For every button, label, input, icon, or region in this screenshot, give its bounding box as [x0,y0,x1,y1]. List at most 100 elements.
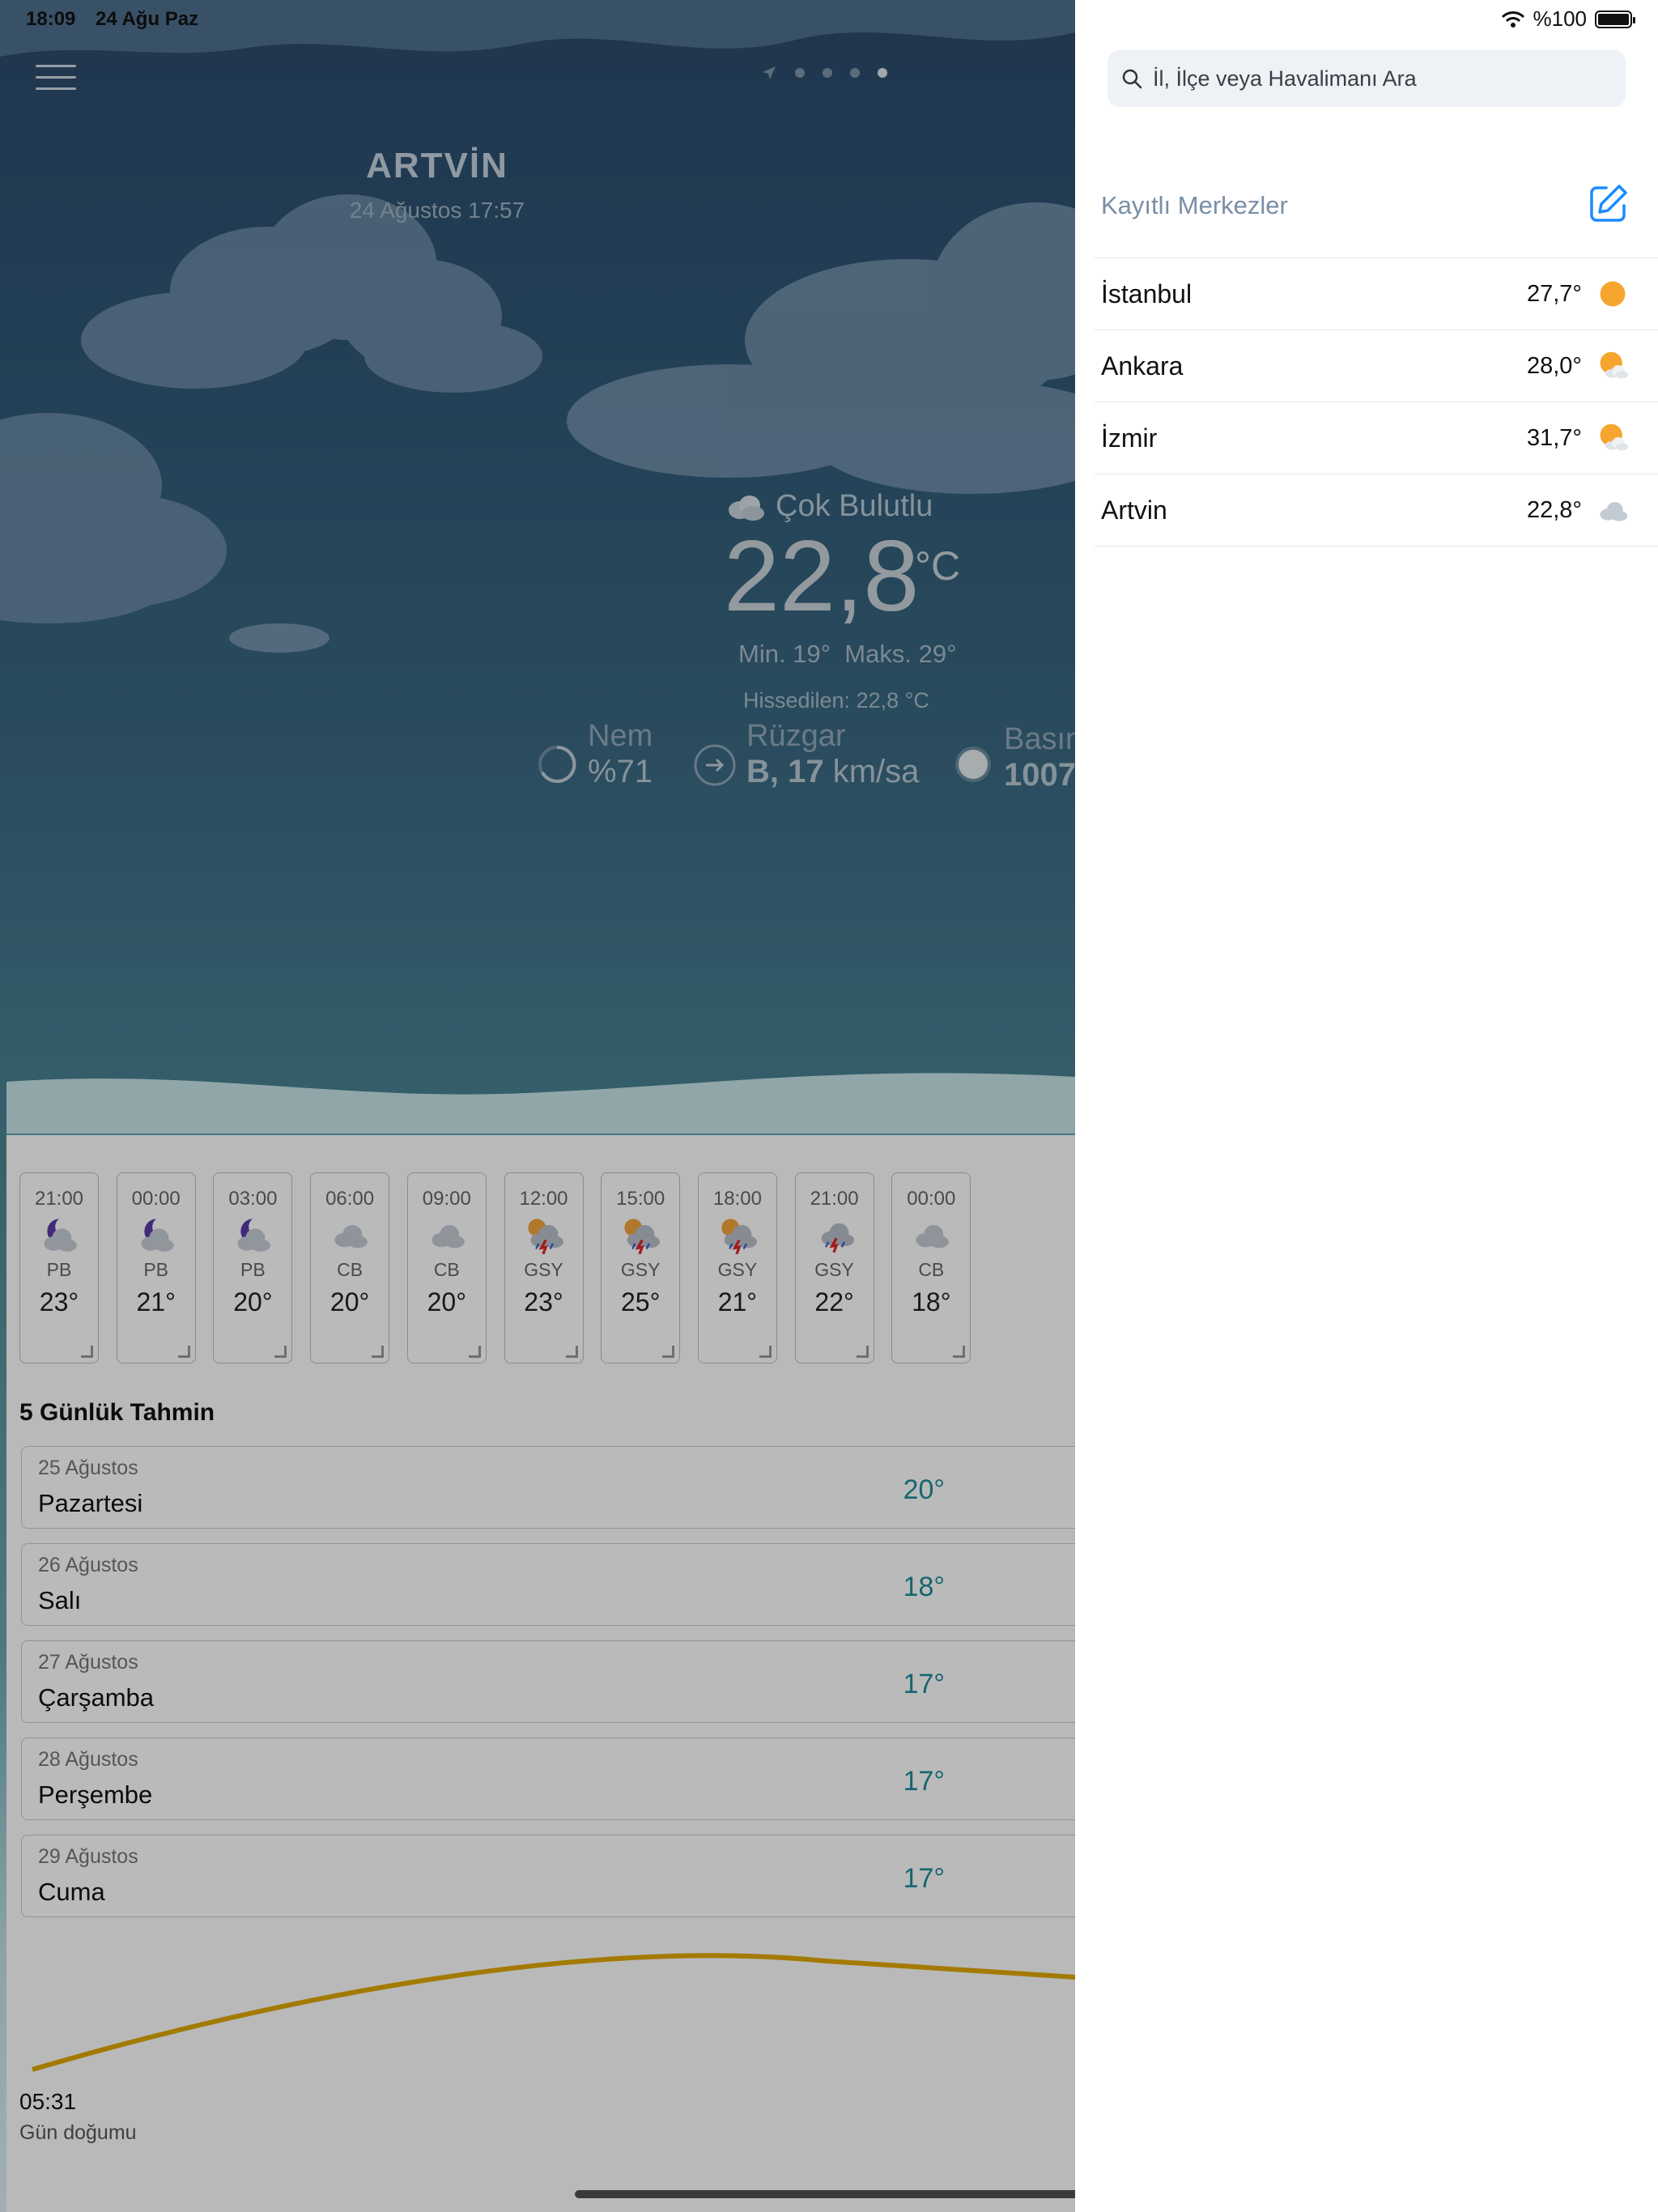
moon-cloud-icon [237,1219,271,1252]
observation-datetime: 24 Ağustos 17:57 [349,198,525,223]
min-max: Min. 19° Maks. 29° [738,640,956,669]
hourly-card[interactable]: 00:00 PB 21° [116,1172,196,1363]
forecast-date: 27 Ağustos [38,1651,138,1674]
saved-city-row[interactable]: İzmir 31,7° [1095,402,1658,474]
forecast-day: Pazartesi [38,1489,143,1517]
saved-city-temp: 22,8° [1526,497,1582,523]
humidity-label: Nem [588,719,653,753]
forecast-row[interactable]: 26 Ağustos Salı 18° [21,1543,1075,1626]
condition-text: Çok Bulutlu [776,489,933,523]
hourly-card[interactable]: 21:00 GSY 22° [794,1172,874,1363]
forecast-temp: 17° [903,1766,945,1797]
sun-cloud-icon [1600,423,1629,451]
saved-city-row[interactable]: Artvin 22,8° [1095,474,1658,547]
menu-button[interactable] [36,65,76,92]
hour-condition-code: CB [918,1259,945,1280]
hourly-card[interactable]: 15:00 GSY 25° [601,1172,681,1363]
hour-temperature: 22° [814,1287,854,1317]
page-dot-active[interactable] [878,68,887,78]
forecast-title: 5 Günlük Tahmin [19,1399,215,1426]
forecast-date: 28 Ağustos [38,1748,138,1771]
saved-city-row[interactable]: İstanbul 27,7° [1095,257,1658,330]
expand-corner-icon [856,1346,869,1358]
status-icons: %100 [1501,6,1635,32]
hour-time: 00:00 [131,1188,181,1210]
humidity-value: %71 [588,754,653,789]
sunrise-label: Gün doğumu [19,2121,137,2144]
saved-city-row[interactable]: Ankara 28,0° [1095,330,1658,402]
hourly-card[interactable]: 00:00 CB 18° [891,1172,971,1363]
min-temp: Min. 19° [738,640,831,668]
expand-corner-icon [274,1346,287,1358]
hour-temperature: 20° [233,1287,273,1317]
hour-time: 15:00 [616,1188,665,1210]
hour-condition-code: CB [433,1259,460,1280]
edit-icon[interactable] [1587,181,1630,225]
page-dot[interactable] [795,68,805,78]
expand-corner-icon [565,1346,578,1358]
saved-city-name: Artvin [1101,496,1167,525]
search-input[interactable] [1151,65,1624,92]
forecast-temp: 17° [903,1863,945,1894]
hourly-card[interactable]: 09:00 CB 20° [406,1172,487,1363]
saved-city-name: Ankara [1101,351,1184,381]
humidity-ring-icon [538,745,576,783]
sun-icon [1600,281,1626,307]
temperature-value: 22,8 [724,521,920,632]
pressure-value: 1007 [1004,757,1075,793]
hourly-card[interactable]: 12:00 GSY 23° [504,1172,584,1363]
sun-cloud-icon [1600,351,1629,379]
hourly-card[interactable]: 06:00 CB 20° [310,1172,390,1363]
forecast-row[interactable]: 29 Ağustos Cuma 17° [21,1835,1075,1917]
hour-time: 12:00 [519,1188,568,1210]
hour-temperature: 18° [912,1287,951,1317]
hourly-card[interactable]: 03:00 PB 20° [213,1172,293,1363]
hamburger-icon [36,65,76,67]
hour-time: 21:00 [810,1188,859,1210]
cloud-icon [916,1225,950,1249]
cloud-icon [729,495,764,521]
status-time: 18:09 [26,8,76,30]
expand-corner-icon [662,1346,675,1358]
battery-percent: %100 [1533,6,1588,31]
battery-icon [1595,10,1635,28]
hour-temperature: 21° [717,1287,758,1317]
expand-corner-icon [177,1346,190,1358]
forecast-temp: 18° [903,1572,945,1602]
hour-condition-code: PB [143,1259,169,1280]
search-bar[interactable] [1107,50,1626,107]
page-dot[interactable] [850,68,860,78]
expand-corner-icon [468,1346,481,1358]
forecast-temp: 20° [903,1474,945,1505]
hour-condition-code: CB [337,1259,363,1280]
forecast-row[interactable]: 27 Ağustos Çarşamba 17° [21,1640,1075,1723]
storm-icon [821,1223,854,1253]
pressure-label: Basınç [1004,722,1075,756]
hour-temperature: 23° [524,1287,563,1317]
forecast-day: Cuma [38,1878,105,1906]
expand-corner-icon [953,1346,966,1358]
hourly-card[interactable]: 18:00 GSY 21° [697,1172,777,1363]
home-indicator[interactable] [575,2190,1083,2198]
hourly-card[interactable]: 21:00 PB 23° [19,1172,99,1363]
wind-unit: km/sa [832,754,920,789]
page-indicator[interactable] [761,65,887,81]
hour-time: 03:00 [228,1188,278,1210]
forecast-date: 25 Ağustos [38,1457,138,1479]
wind-metric: Rüzgar B, 17 km/sa [746,719,919,790]
weather-app: 18:09 24 Ağu Paz ARTVİN 24 Ağustos 17:57… [0,0,1075,2212]
forecast-day: Çarşamba [38,1683,154,1712]
forecast-row[interactable]: 25 Ağustos Pazartesi 20° [21,1446,1075,1529]
saved-city-name: İstanbul [1101,279,1192,308]
page-dot[interactable] [823,68,832,78]
hour-condition-code: PB [46,1259,72,1280]
forecast-row[interactable]: 28 Ağustos Perşembe 17° [21,1738,1075,1820]
hour-condition-code: GSY [717,1259,758,1280]
moon-cloud-icon [141,1219,174,1252]
hour-temperature: 20° [329,1287,370,1317]
wind-label: Rüzgar [746,719,846,753]
humidity-metric: Nem %71 [588,719,653,790]
status-date: 24 Ağu Paz [96,8,199,30]
forecast-day: Perşembe [38,1780,153,1809]
hour-time: 21:00 [34,1188,84,1210]
